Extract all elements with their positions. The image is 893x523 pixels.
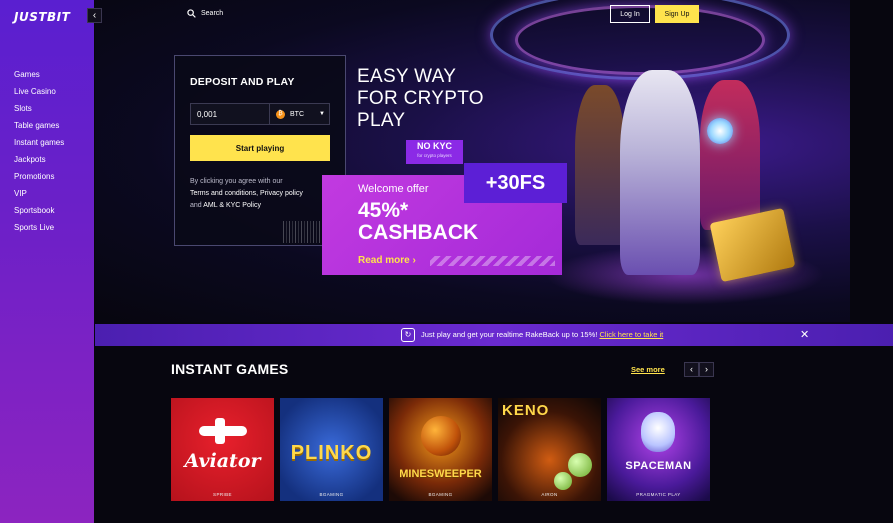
zeus-figure: [620, 70, 700, 275]
rakeback-icon: ↻: [401, 328, 415, 342]
aml-kyc-link[interactable]: AML & KYC Policy: [203, 202, 261, 209]
deposit-title: DEPOSIT AND PLAY: [190, 76, 295, 88]
bitcoin-icon: ₿: [276, 109, 285, 119]
rakeback-banner: ↻ Just play and get your realtime RakeBa…: [95, 324, 893, 346]
offer-cashback: CASHBACK: [358, 221, 479, 244]
headline-line: EASY WAY: [357, 66, 457, 87]
login-button[interactable]: Log In: [610, 5, 650, 23]
read-more-link[interactable]: Read more ›: [358, 255, 416, 266]
terms-prefix: By clicking you agree with our: [190, 178, 283, 185]
bomb-icon: [421, 416, 461, 456]
instant-games-list: Aviator SPRIBE PLINKO BGAMING MINESWEEPE…: [171, 398, 710, 501]
no-kyc-title: NO KYC: [416, 141, 452, 151]
game-studio: BGAMING: [319, 492, 344, 497]
no-kyc-subtitle: for crypto players: [417, 153, 452, 158]
search-button[interactable]: Search: [187, 9, 223, 18]
game-studio: SPRIBE: [213, 492, 232, 497]
sidebar-item-live-casino[interactable]: Live Casino: [14, 83, 64, 100]
see-more-link[interactable]: See more: [631, 365, 665, 374]
chevron-right-icon[interactable]: ›: [699, 362, 714, 377]
game-name: PLINKO: [290, 442, 373, 464]
hero-headline: EASY WAY FOR CRYPTO PLAY: [357, 66, 484, 132]
game-tile-keno[interactable]: KENO AIRON: [498, 398, 601, 501]
sidebar-item-sports-live[interactable]: Sports Live: [14, 219, 64, 236]
currency-value: BTC: [290, 110, 304, 118]
sidebar-item-slots[interactable]: Slots: [14, 100, 64, 117]
sidebar: JUSTBIT Games Live Casino Slots Table ga…: [0, 0, 94, 523]
free-spins-badge: +30FS: [464, 163, 567, 203]
game-studio: AIRON: [541, 492, 558, 497]
instant-games-title: INSTANT GAMES: [171, 361, 289, 377]
deposit-amount-field: 0,001 ₿ BTC ▼: [190, 103, 330, 125]
game-tile-aviator[interactable]: Aviator SPRIBE: [171, 398, 274, 501]
game-tile-spaceman[interactable]: SPACEMAN PRAGMATIC PLAY: [607, 398, 710, 501]
privacy-link[interactable]: Privacy policy: [260, 190, 303, 197]
keno-ball: [554, 472, 572, 490]
game-name: SPACEMAN: [625, 460, 692, 472]
signup-button[interactable]: Sign Up: [655, 5, 699, 23]
deposit-card: DEPOSIT AND PLAY 0,001 ₿ BTC ▼ Start pla…: [174, 55, 346, 246]
headline-line: PLAY: [357, 110, 406, 131]
search-icon: [187, 9, 196, 18]
offer-percentage: 45%*: [358, 199, 409, 222]
currency-select[interactable]: ₿ BTC ▼: [269, 104, 329, 124]
close-icon[interactable]: ✕: [800, 328, 809, 341]
sidebar-item-jackpots[interactable]: Jackpots: [14, 151, 64, 168]
terms-text: By clicking you agree with our Terms and…: [190, 176, 330, 212]
plane-wing: [215, 418, 225, 444]
chevron-down-icon: ▼: [319, 111, 325, 117]
sidebar-item-vip[interactable]: VIP: [14, 185, 64, 202]
offer-label: Welcome offer: [358, 183, 429, 195]
sidebar-item-games[interactable]: Games: [14, 66, 64, 83]
headline-line: FOR CRYPTO: [357, 88, 484, 109]
adventurer-figure: [575, 85, 625, 245]
game-name: MINESWEEPER: [399, 468, 482, 480]
stripe-decoration: [430, 256, 555, 266]
game-tile-minesweeper[interactable]: MINESWEEPER BGAMING: [389, 398, 492, 501]
sidebar-nav: Games Live Casino Slots Table games Inst…: [14, 66, 64, 236]
game-studio: PRAGMATIC PLAY: [636, 492, 681, 497]
chevron-left-icon[interactable]: ‹: [684, 362, 699, 377]
sidebar-item-sportsbook[interactable]: Sportsbook: [14, 202, 64, 219]
terms-link[interactable]: Terms and conditions,: [190, 190, 258, 197]
astronaut-icon: [641, 412, 675, 452]
rakeback-link[interactable]: Click here to take it: [599, 330, 663, 339]
rakeback-message: Just play and get your realtime RakeBack…: [421, 330, 598, 339]
brand-logo[interactable]: JUSTBIT: [14, 10, 70, 24]
keno-ball: [568, 453, 592, 477]
game-studio: BGAMING: [428, 492, 453, 497]
terms-and: and: [190, 202, 202, 209]
sidebar-item-instant-games[interactable]: Instant games: [14, 134, 64, 151]
crystal-ball: [707, 118, 733, 144]
amount-input[interactable]: 0,001: [191, 110, 269, 119]
no-kyc-badge: NO KYC for crypto players: [406, 140, 463, 164]
sidebar-item-table-games[interactable]: Table games: [14, 117, 64, 134]
search-label: Search: [201, 10, 224, 17]
sidebar-collapse-icon[interactable]: ‹: [87, 8, 102, 23]
sidebar-item-promotions[interactable]: Promotions: [14, 168, 64, 185]
start-playing-button[interactable]: Start playing: [190, 135, 330, 161]
page: JUSTBIT Games Live Casino Slots Table ga…: [0, 0, 893, 523]
sorceress-figure: [700, 80, 760, 230]
game-name: KENO: [502, 402, 550, 419]
game-name: Aviator: [184, 450, 261, 472]
rakeback-text: Just play and get your realtime RakeBack…: [421, 330, 663, 339]
game-tile-plinko[interactable]: PLINKO BGAMING: [280, 398, 383, 501]
